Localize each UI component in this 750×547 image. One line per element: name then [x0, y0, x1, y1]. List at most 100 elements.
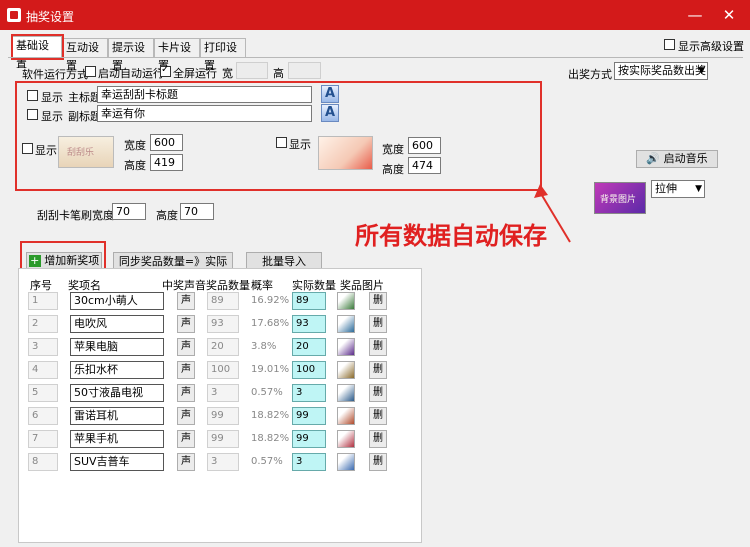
start-music-button[interactable]: 🔊 启动音乐	[636, 150, 718, 168]
image2-thumbnail[interactable]	[318, 136, 373, 170]
prize-delete-button[interactable]: 删	[369, 384, 387, 402]
image1-thumbnail[interactable]: 刮刮乐	[58, 136, 114, 168]
prize-image-icon[interactable]	[337, 453, 355, 471]
fullscreen-checkbox[interactable]	[160, 64, 171, 77]
tab-card[interactable]: 卡片设置	[154, 38, 200, 72]
image1-show-checkbox[interactable]	[22, 143, 33, 154]
prize-actual-input[interactable]: 89	[292, 292, 326, 310]
prize-name-input[interactable]: 50寸液晶电视	[70, 384, 164, 402]
prize-seq: 3	[28, 338, 58, 356]
add-prize-label: 增加新奖项	[44, 254, 100, 267]
prize-name-input[interactable]: 苹果电脑	[70, 338, 164, 356]
prize-actual-input[interactable]: 93	[292, 315, 326, 333]
image2-width-input[interactable]: 600	[408, 137, 441, 154]
prize-actual-input[interactable]: 20	[292, 338, 326, 356]
prize-quantity: 89	[207, 292, 239, 310]
prize-delete-button[interactable]: 删	[369, 453, 387, 471]
prize-sound-button[interactable]: 声	[177, 453, 195, 471]
run-mode-label: 软件运行方式	[22, 68, 88, 81]
prize-image-icon[interactable]	[337, 407, 355, 425]
tab-tips[interactable]: 提示设置	[108, 38, 154, 72]
prize-delete-button[interactable]: 删	[369, 361, 387, 379]
prize-sound-button[interactable]: 声	[177, 430, 195, 448]
prize-quantity: 99	[207, 430, 239, 448]
prize-actual-input[interactable]: 99	[292, 407, 326, 425]
auto-run-label: 启动自动运行	[98, 67, 164, 80]
prize-quantity: 93	[207, 315, 239, 333]
app-icon	[7, 8, 21, 22]
prize-name-input[interactable]: 苹果手机	[70, 430, 164, 448]
brush-width-input[interactable]: 70	[112, 203, 146, 220]
prize-image-icon[interactable]	[337, 384, 355, 402]
prize-sound-button[interactable]: 声	[177, 384, 195, 402]
prize-quantity: 3	[207, 384, 239, 402]
prize-rate: 17.68%	[251, 318, 290, 329]
image2-width-label: 宽度	[382, 143, 404, 156]
height-input[interactable]	[288, 62, 321, 79]
prize-seq: 7	[28, 430, 58, 448]
prize-seq: 1	[28, 292, 58, 310]
prize-actual-input[interactable]: 99	[292, 430, 326, 448]
width-label: 宽	[222, 67, 233, 80]
image2-height-label: 高度	[382, 163, 404, 176]
prize-rate: 18.82%	[251, 410, 290, 421]
image1-height-input[interactable]: 419	[150, 154, 183, 171]
column-sound: 中奖声音	[162, 279, 206, 292]
auto-save-note: 所有数据自动保存	[355, 222, 547, 250]
background-image-thumbnail[interactable]: 背景图片	[594, 182, 646, 214]
draw-mode-value: 按实际奖品数出奖	[618, 64, 706, 77]
prize-name-input[interactable]: 雷诺耳机	[70, 407, 164, 425]
prize-name-input[interactable]: 乐扣水杯	[70, 361, 164, 379]
image1-height-label: 高度	[124, 159, 146, 172]
tab-interaction[interactable]: 互动设置	[62, 38, 108, 72]
prize-name-input[interactable]: 30cm小萌人	[70, 292, 164, 310]
prize-image-icon[interactable]	[337, 361, 355, 379]
prize-delete-button[interactable]: 删	[369, 292, 387, 310]
prize-image-icon[interactable]	[337, 338, 355, 356]
prize-delete-button[interactable]: 删	[369, 338, 387, 356]
sub-title-font-button[interactable]: A	[321, 104, 339, 122]
prize-sound-button[interactable]: 声	[177, 407, 195, 425]
draw-mode-select[interactable]: 按实际奖品数出奖 ▼	[614, 62, 708, 80]
image2-height-input[interactable]: 474	[408, 157, 441, 174]
prize-delete-button[interactable]: 删	[369, 430, 387, 448]
close-button[interactable]: ✕	[714, 0, 744, 30]
stretch-value: 拉伸	[655, 182, 677, 195]
prize-quantity: 20	[207, 338, 239, 356]
tab-print[interactable]: 打印设置	[200, 38, 246, 72]
brush-height-input[interactable]: 70	[180, 203, 214, 220]
image1-caption: 刮刮乐	[67, 148, 95, 158]
show-advanced-checkbox[interactable]	[664, 39, 675, 50]
prize-name-input[interactable]: SUV吉普车	[70, 453, 164, 471]
prize-sound-button[interactable]: 声	[177, 338, 195, 356]
stretch-select[interactable]: 拉伸 ▼	[651, 180, 705, 198]
height-label: 高	[273, 67, 284, 80]
prize-actual-input[interactable]: 100	[292, 361, 326, 379]
tab-divider	[8, 57, 743, 58]
width-input[interactable]	[236, 62, 268, 79]
prize-delete-button[interactable]: 删	[369, 407, 387, 425]
prize-image-icon[interactable]	[337, 292, 355, 310]
prize-name-input[interactable]: 电吹风	[70, 315, 164, 333]
column-rate: 概率	[251, 279, 273, 292]
prize-actual-input[interactable]: 3	[292, 384, 326, 402]
main-title-font-button[interactable]: A	[321, 85, 339, 103]
column-image: 奖品图片	[340, 279, 384, 292]
image2-show-checkbox[interactable]	[276, 137, 287, 148]
sub-title-show-checkbox[interactable]	[27, 109, 38, 120]
prize-image-icon[interactable]	[337, 315, 355, 333]
main-title-show-checkbox[interactable]	[27, 90, 38, 101]
prize-sound-button[interactable]: 声	[177, 315, 195, 333]
prize-delete-button[interactable]: 删	[369, 315, 387, 333]
prize-rate: 16.92%	[251, 295, 290, 306]
prize-actual-input[interactable]: 3	[292, 453, 326, 471]
prize-sound-button[interactable]: 声	[177, 361, 195, 379]
prize-sound-button[interactable]: 声	[177, 292, 195, 310]
main-title-input[interactable]: 幸运刮刮卡标题	[97, 86, 312, 103]
sub-title-input[interactable]: 幸运有你	[97, 105, 312, 122]
auto-run-checkbox[interactable]	[85, 66, 96, 77]
prize-image-icon[interactable]	[337, 430, 355, 448]
image1-width-label: 宽度	[124, 139, 146, 152]
image1-width-input[interactable]: 600	[150, 134, 183, 151]
minimize-button[interactable]: —	[680, 0, 710, 30]
